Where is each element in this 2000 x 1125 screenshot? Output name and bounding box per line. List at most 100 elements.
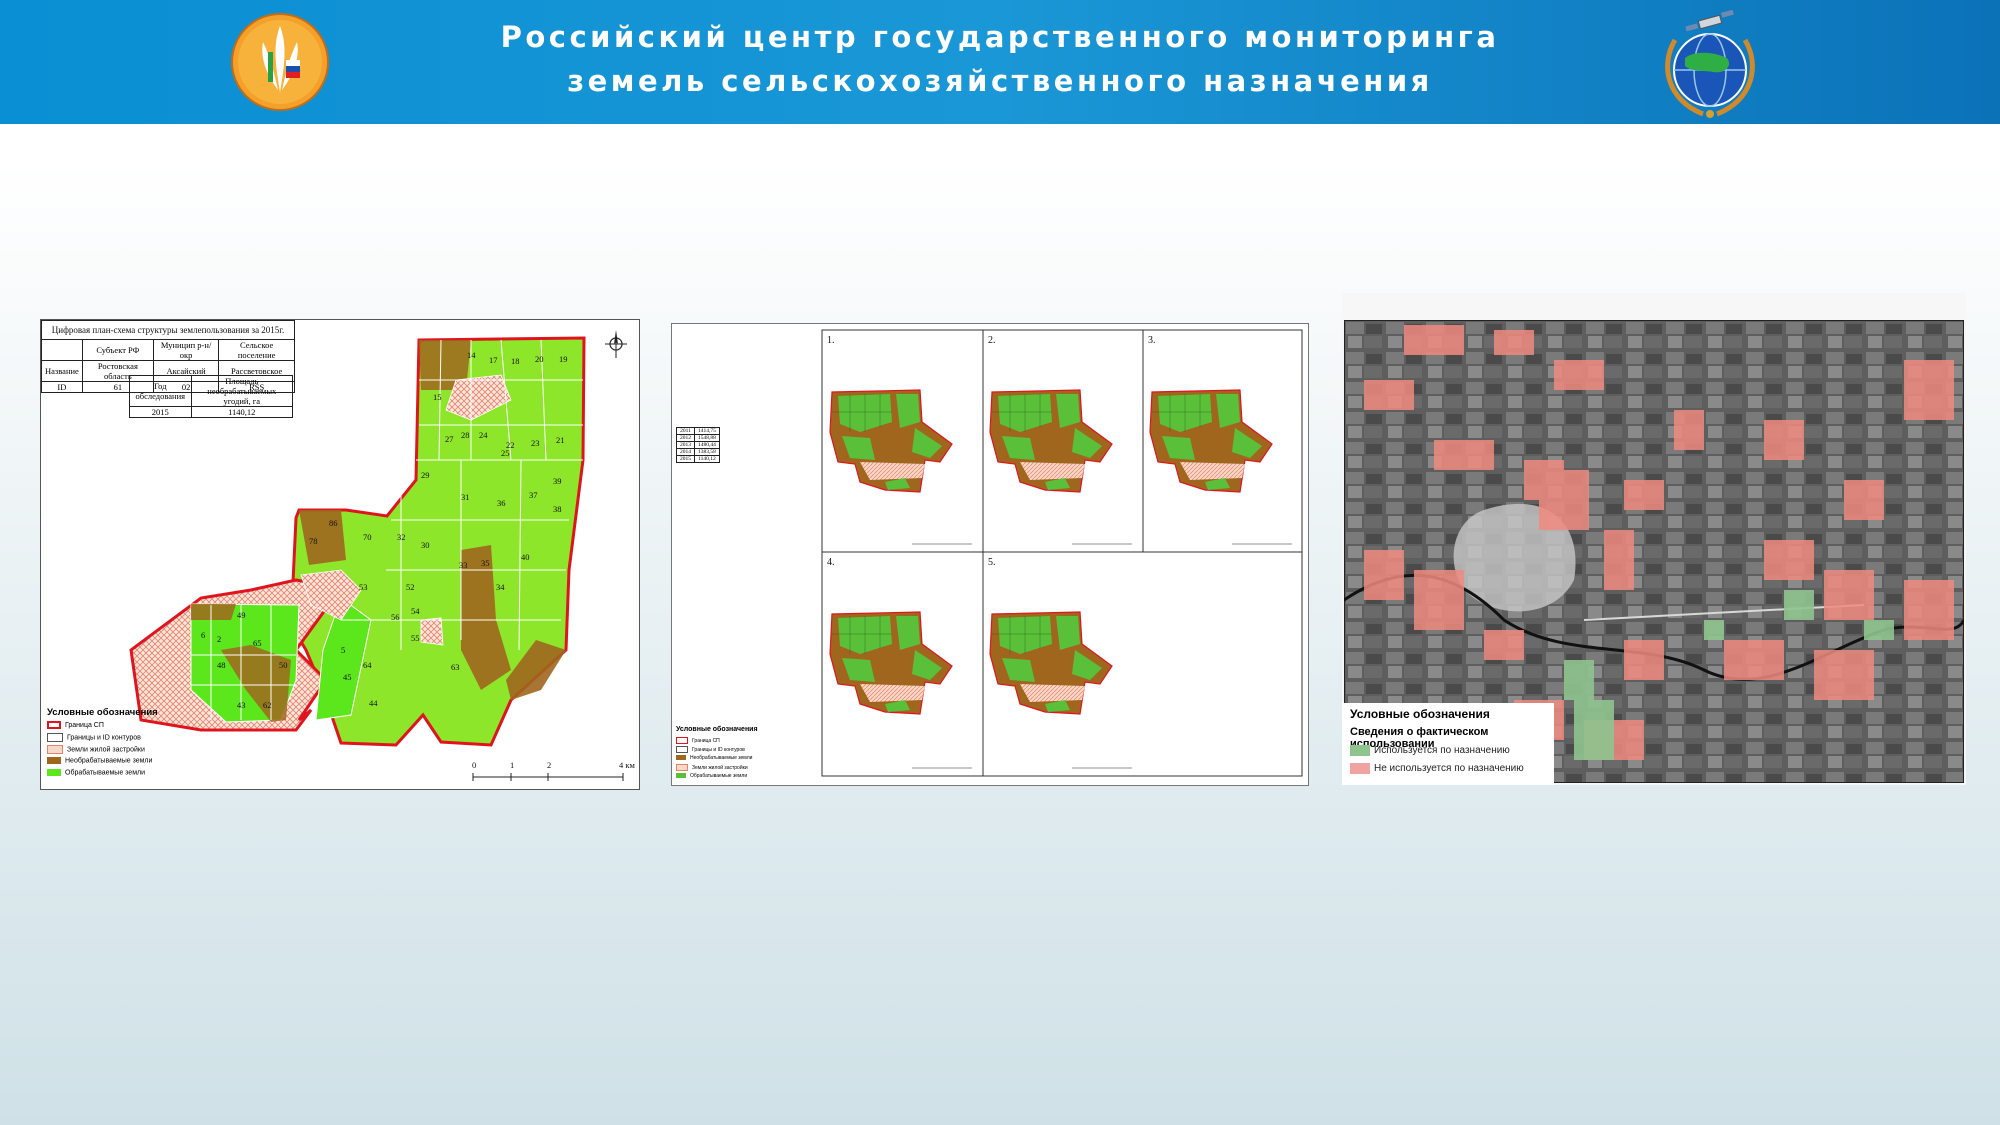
contour-id: 49 <box>237 610 246 620</box>
swatch-white <box>676 746 688 753</box>
contour-id: 34 <box>496 582 505 592</box>
contour-id: 6 <box>201 630 206 640</box>
legend-label: Граница СП <box>692 737 720 744</box>
legend-label: Обрабатываемые земли <box>690 773 748 779</box>
map1-legend-boundary: Граница СП <box>47 721 104 729</box>
contour-id: 64 <box>363 660 372 670</box>
contour-id: 27 <box>445 434 454 444</box>
swatch-brown <box>676 755 686 761</box>
map3-legend-title: Условные обозначения <box>1350 707 1490 721</box>
contour-id: 28 <box>461 430 470 440</box>
contour-id: 35 <box>481 558 490 568</box>
frame-number: 1. <box>827 335 835 346</box>
map1-legend-settlement: Земли жилой застройки <box>47 745 145 754</box>
contour-id: 15 <box>433 392 442 402</box>
frame-number: 5. <box>988 557 996 568</box>
land-use-dynamics-maps: 1. 2. 3. 4. 5. 2011 1414,75 2012 1548,88 2… <box>671 323 1309 786</box>
legend-label: Земли жилой застройки <box>67 746 145 754</box>
map2-area: 1383,58 <box>694 448 720 456</box>
contour-id: 29 <box>421 470 430 480</box>
contour-id: 86 <box>329 518 338 528</box>
legend-label: Границы и ID контуров <box>692 746 745 753</box>
contour-id: 2 <box>217 634 222 644</box>
map2-frames <box>821 329 1303 777</box>
swatch-green <box>676 773 686 779</box>
contour-id: 18 <box>511 356 520 366</box>
swatch-hatched <box>676 764 688 771</box>
map2-year: 2011 <box>676 427 695 435</box>
contour-id: 36 <box>497 498 506 508</box>
map2-area: 1414,75 <box>694 427 720 435</box>
frame-number: 3. <box>1148 335 1156 346</box>
contour-id: 52 <box>406 582 415 592</box>
map2-year: 2015 <box>676 455 695 463</box>
legend-label: Обрабатываемые земли <box>65 769 146 777</box>
contour-id: 70 <box>363 532 372 542</box>
frame-number: 2. <box>988 335 996 346</box>
contour-id: 62 <box>263 700 272 710</box>
contour-id: 54 <box>411 606 420 616</box>
contour-id: 31 <box>461 492 470 502</box>
contour-id: 30 <box>421 540 430 550</box>
swatch-hatched <box>47 745 63 754</box>
map2-legend-item: Обрабатываемые земли <box>676 773 747 779</box>
contour-id: 45 <box>343 672 352 682</box>
legend-label: Земли жилой застройки <box>692 764 748 771</box>
map2-legend-item: Границы и ID контуров <box>676 746 745 753</box>
contour-id: 55 <box>411 633 420 643</box>
header-bar: Российский центр государственного монито… <box>0 0 2000 124</box>
map1-legend-title: Условные обозначения <box>47 707 158 718</box>
contour-id: 19 <box>559 354 568 364</box>
map3-legend: Условные обозначения Сведения о фактичес… <box>1342 703 1554 785</box>
map2-area: 1548,88 <box>694 434 720 442</box>
map2-year: 2014 <box>676 448 695 456</box>
swatch-red-outline <box>47 721 61 729</box>
legend-label: Граница СП <box>65 721 104 729</box>
map2-legend-item: Земли жилой застройки <box>676 764 748 771</box>
contour-id: 44 <box>369 698 378 708</box>
contour-id: 53 <box>359 582 368 592</box>
contour-id: 37 <box>529 490 538 500</box>
scale-label: 2 <box>547 760 552 770</box>
map1-scale-bar <box>472 773 624 781</box>
map2-year: 2012 <box>676 434 695 442</box>
map2-legend-item: Граница СП <box>676 737 720 744</box>
contour-id: 20 <box>535 354 544 364</box>
contour-id: 21 <box>556 435 565 445</box>
scale-label: 4 км <box>619 760 635 770</box>
satellite-usage-map: Условные обозначения Сведения о фактичес… <box>1342 293 1966 785</box>
map2-year: 2013 <box>676 441 695 449</box>
legend-label: Не используется по назначению <box>1374 763 1524 775</box>
contour-id: 65 <box>253 638 262 648</box>
contour-id: 24 <box>479 430 488 440</box>
contour-id: 56 <box>391 612 400 622</box>
map1-brown-patch-6 <box>191 604 236 620</box>
map3-legend-used: Используется по назначению <box>1350 745 1510 756</box>
swatch-red-outline <box>676 737 688 744</box>
swatch-pink <box>1350 763 1370 774</box>
land-use-map-2015: Цифровая план-схема структуры землепольз… <box>40 319 640 790</box>
map2-area: 1140,12 <box>694 455 720 463</box>
contour-id: 25 <box>501 448 510 458</box>
swatch-brown <box>47 757 61 764</box>
contour-id: 50 <box>279 660 288 670</box>
map2-area-table: 2011 1414,75 2012 1548,88 2013 1480,44 2014… <box>676 427 720 463</box>
map1-settlement-3 <box>420 617 444 646</box>
contour-id: 78 <box>309 536 318 546</box>
legend-label: Используется по назначению <box>1374 745 1510 757</box>
contour-id: 5 <box>341 645 346 655</box>
swatch-white <box>47 733 63 742</box>
map3-legend-unused: Не используется по назначению <box>1350 763 1524 774</box>
globe-satellite-logo <box>1655 9 1765 124</box>
map1-legend-cultivated: Обрабатываемые земли <box>47 769 145 776</box>
frame-number: 4. <box>827 557 835 568</box>
contour-id: 63 <box>451 662 460 672</box>
map2-legend-title: Условные обозначения <box>676 726 758 733</box>
map2-legend-item: Необрабатываемые земли <box>676 755 752 761</box>
contour-id: 39 <box>553 476 562 486</box>
contour-id: 17 <box>489 355 498 365</box>
legend-label: Границы и ID контуров <box>67 734 141 742</box>
contour-id: 40 <box>521 552 530 562</box>
contour-id: 23 <box>531 438 540 448</box>
contour-id: 48 <box>217 660 226 670</box>
